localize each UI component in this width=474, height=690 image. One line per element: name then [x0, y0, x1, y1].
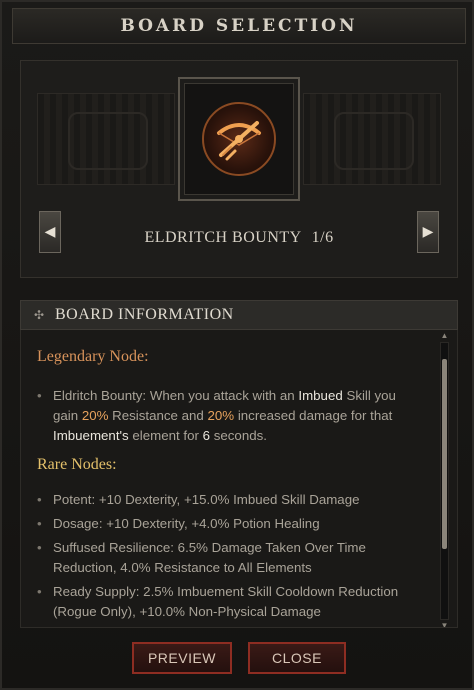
rare-node-text: Ready Supply: 2.5% Imbuement Skill Coold… [53, 584, 399, 619]
legendary-node-text: Eldritch Bounty: When you attack with an… [37, 386, 417, 446]
board-index-total: 6 [325, 229, 334, 246]
highlight-value: 20% [81, 408, 109, 423]
rare-node-item: Suffused Resilience: 6.5% Damage Taken O… [37, 538, 417, 578]
window-title: BOARD SELECTION [120, 16, 358, 36]
rare-node-item: Ready Supply: 2.5% Imbuement Skill Coold… [37, 582, 417, 622]
rare-node-item: Potent: +10 Dexterity, +15.0% Imbued Ski… [37, 490, 417, 510]
rare-node-text: Suffused Resilience: 6.5% Damage Taken O… [53, 540, 366, 575]
board-information-header[interactable]: ✣ BOARD INFORMATION [20, 300, 458, 330]
diamond-icon: ✣ [33, 307, 45, 322]
legendary-node-title: Legendary Node: [37, 348, 149, 365]
legendary-text-part: Resistance and [108, 408, 208, 423]
info-scrollbar[interactable]: ▲ ▼ [440, 331, 449, 627]
right-ornament [303, 93, 441, 185]
rare-node-text: Dosage: +10 Dexterity, +4.0% Potion Heal… [53, 516, 320, 531]
board-information-title: BOARD INFORMATION [55, 306, 234, 323]
board-selection-window: BOARD SELECTION ◀ ▶ ELDRITCH BOUNTY 1/6 … [0, 0, 474, 690]
highlight-imbuement: Imbuement's [53, 428, 129, 443]
title-bar: BOARD SELECTION [12, 8, 466, 44]
left-ornament [37, 93, 175, 185]
rare-node-item: Dosage: +10 Dexterity, +4.0% Potion Heal… [37, 514, 417, 534]
rare-node-text: Potent: +10 Dexterity, +15.0% Imbued Ski… [53, 492, 360, 507]
legendary-text-part: Eldritch Bounty: When you attack with an [53, 388, 299, 403]
crossbow-emblem-icon [202, 102, 276, 176]
legendary-text-part: element for [128, 428, 203, 443]
scroll-up-icon[interactable]: ▲ [440, 331, 449, 341]
highlight-imbued: Imbued [298, 388, 343, 403]
crossbow-glyph [217, 121, 261, 161]
legendary-text-part: increased damage for that [234, 408, 393, 423]
board-name: ELDRITCH BOUNTY [144, 229, 302, 246]
scroll-down-icon[interactable]: ▼ [440, 621, 449, 627]
highlight-value: 20% [207, 408, 235, 423]
scroll-thumb[interactable] [442, 359, 447, 549]
board-banner: ◀ ▶ ELDRITCH BOUNTY 1/6 [20, 60, 458, 278]
legendary-text-part: seconds. [210, 428, 267, 443]
rare-nodes-title: Rare Nodes: [37, 456, 117, 473]
highlight-duration: 6 [202, 428, 211, 443]
board-information-panel: Legendary Node: Eldritch Bounty: When yo… [20, 330, 458, 628]
preview-button[interactable]: PREVIEW [132, 642, 232, 674]
legendary-node-description: Eldritch Bounty: When you attack with an… [37, 386, 417, 446]
close-button[interactable]: CLOSE [248, 642, 346, 674]
board-name-row: ELDRITCH BOUNTY 1/6 [21, 229, 457, 247]
board-emblem-frame [178, 77, 300, 201]
board-index: 1/6 [312, 229, 334, 246]
board-index-current: 1 [311, 229, 321, 246]
